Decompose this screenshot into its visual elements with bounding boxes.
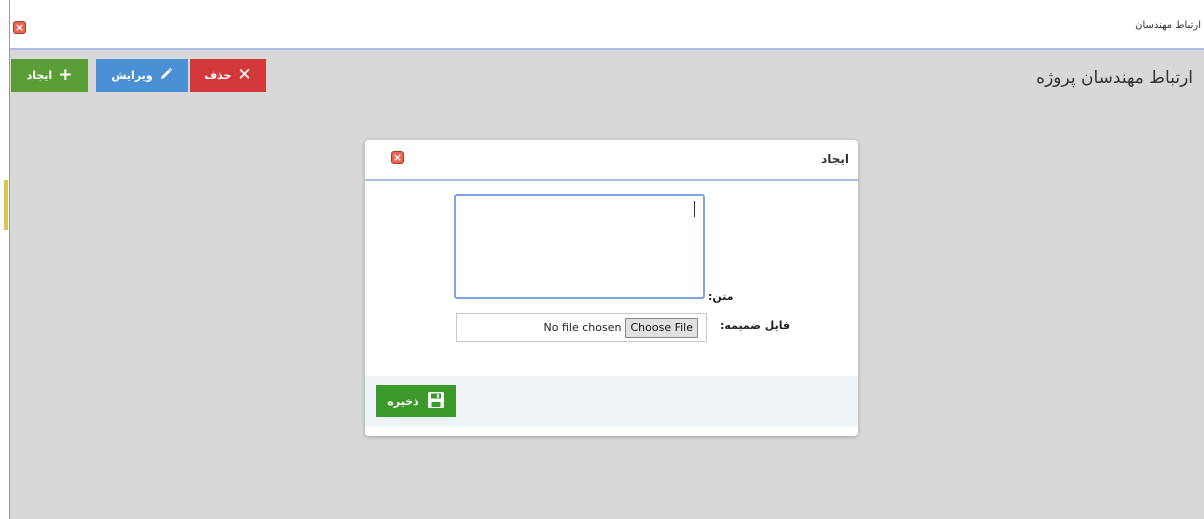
file-status: No file chosen <box>543 321 622 334</box>
page-title: ارتباط مهندسان پروژه <box>1036 68 1193 88</box>
edit-button[interactable]: ویرایش <box>96 59 188 92</box>
delete-button-label: حذف <box>204 69 232 82</box>
plus-icon: + <box>58 65 73 85</box>
dialog-header: × ایجاد <box>365 140 858 181</box>
left-edge-marker <box>4 180 8 230</box>
dialog-footer: ذخیره <box>365 376 858 426</box>
choose-file-button[interactable]: Choose File <box>625 317 698 338</box>
window-title: ارتباط مهندسان <box>1135 20 1201 31</box>
floppy-disk-icon <box>427 391 445 412</box>
create-button-label: ایجاد <box>26 69 53 82</box>
create-button[interactable]: + ایجاد <box>11 59 88 92</box>
left-edge-strip <box>0 0 9 519</box>
pencil-icon <box>159 67 173 85</box>
create-dialog: × ایجاد متن: No file chosen Choose File … <box>365 140 858 436</box>
edit-button-label: ویرایش <box>111 69 153 82</box>
dialog-title: ایجاد <box>821 152 849 166</box>
text-field[interactable] <box>454 194 705 299</box>
attachment-label: فایل ضمیمه: <box>720 319 791 332</box>
save-button-label: ذخیره <box>387 394 419 408</box>
window-close-icon[interactable]: × <box>13 21 26 34</box>
dialog-close-icon[interactable]: × <box>391 151 404 164</box>
app-window: × ارتباط مهندسان + ایجاد ویرایش ✕ حذف ار… <box>9 0 1204 519</box>
save-button[interactable]: ذخیره <box>376 385 456 417</box>
x-icon: ✕ <box>237 65 252 85</box>
text-caret <box>694 201 695 217</box>
delete-button[interactable]: ✕ حذف <box>190 59 266 92</box>
attachment-file-input[interactable]: No file chosen Choose File <box>456 313 707 342</box>
text-field-label: متن: <box>708 290 734 303</box>
window-titlebar: × ارتباط مهندسان <box>10 0 1204 50</box>
